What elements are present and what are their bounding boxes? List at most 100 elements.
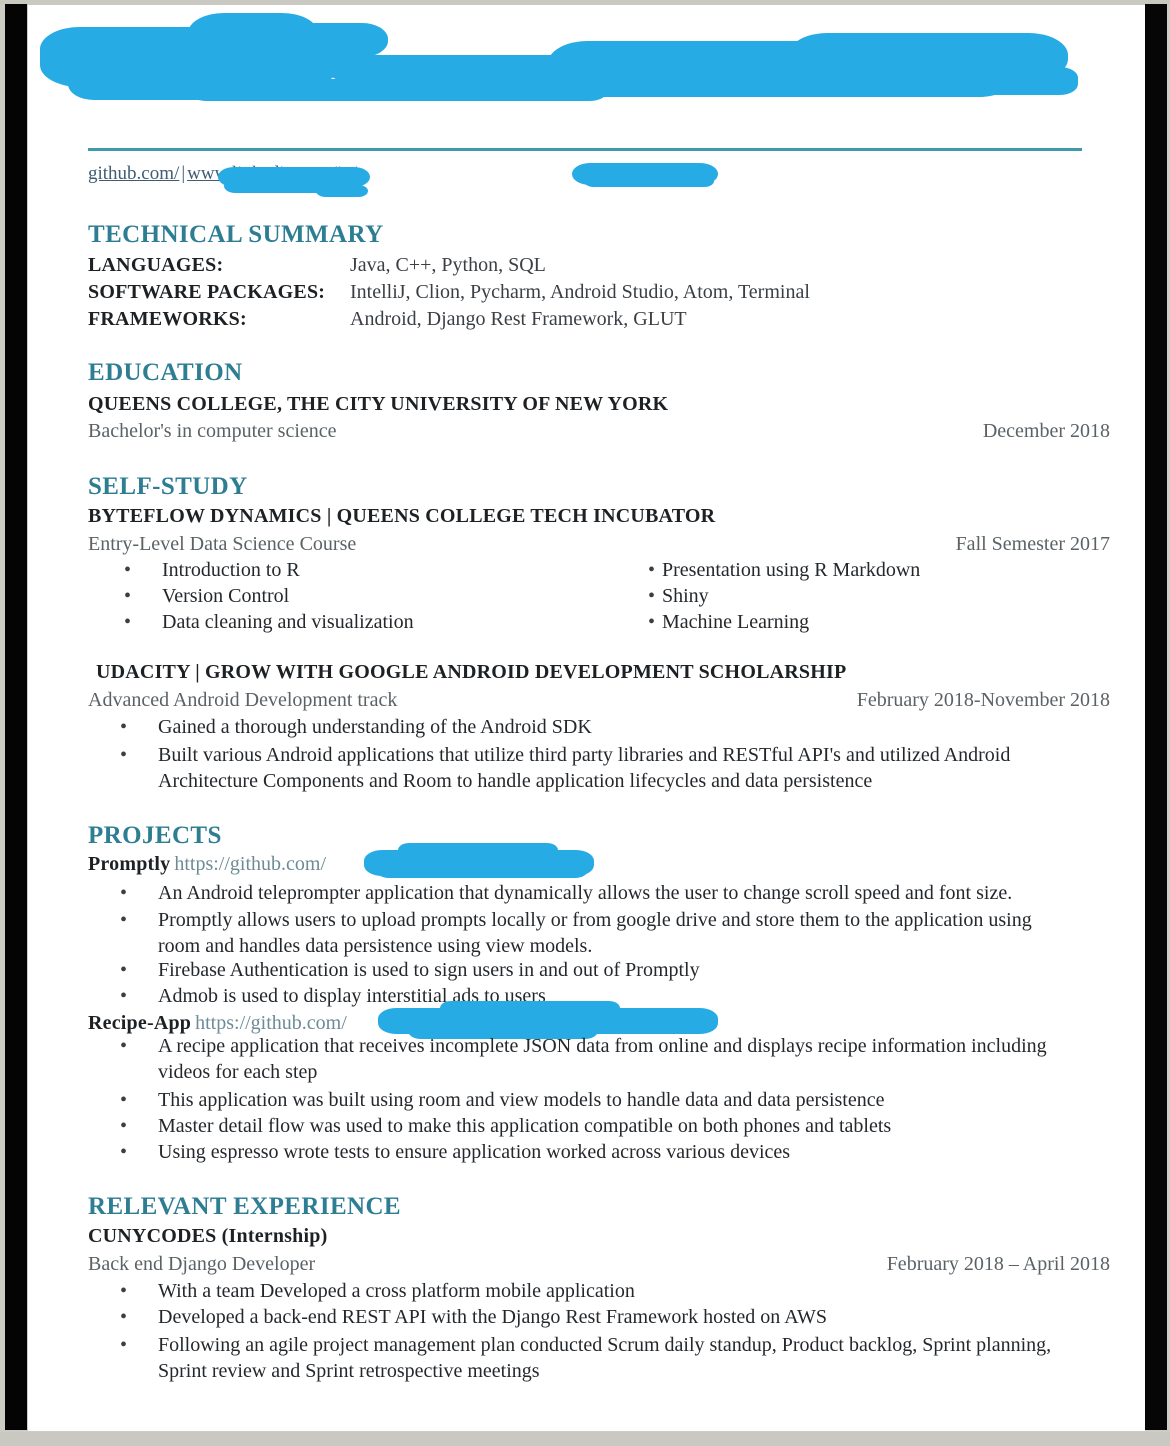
bullet-glyph: • [648, 611, 656, 633]
resume-header [28, 5, 1145, 155]
section-heading-education: EDUCATION [88, 359, 243, 386]
recipe-bullet-1: • A recipe application that receives inc… [120, 1033, 1070, 1085]
self-study-bullet-left-3: • Data cleaning and visualization [124, 611, 604, 634]
self-study-entry-subtitle-udacity: Advanced Android Development track [88, 689, 398, 711]
bullet-text: Machine Learning [662, 611, 810, 633]
promptly-bullet-2: • Promptly allows users to upload prompt… [120, 907, 1060, 959]
self-study-entry-title-byteflow: BYTEFLOW DYNAMICS | QUEENS COLLEGE TECH … [88, 505, 716, 527]
name-redaction-mark-7 [928, 67, 1078, 95]
name-redaction-mark-5 [548, 41, 1018, 97]
udacity-bullet-2: • Built various Android applications tha… [120, 742, 1080, 794]
bullet-text: Promptly allows users to upload prompts … [158, 909, 1032, 957]
bullet-glyph: • [120, 985, 128, 1007]
bullet-text: Data cleaning and visualization [162, 611, 414, 633]
bullet-glyph: • [120, 1035, 128, 1057]
bullet-text: Developed a back-end REST API with the D… [158, 1306, 828, 1328]
name-redaction-mark-9 [188, 79, 608, 101]
bullet-text: Built various Android applications that … [158, 744, 1011, 792]
bullet-text: Presentation using R Markdown [662, 559, 921, 581]
github-link[interactable]: github.com/ [88, 163, 179, 184]
tech-label-software-packages: SOFTWARE PACKAGES: [88, 281, 326, 303]
bullet-glyph: • [120, 1141, 128, 1163]
section-heading-self-study: SELF-STUDY [88, 473, 248, 500]
bullet-glyph: • [120, 716, 128, 738]
self-study-entry-title-udacity: UDACITY | GROW WITH GOOGLE ANDROID DEVEL… [96, 661, 847, 683]
bullet-glyph: • [120, 1089, 128, 1111]
education-date: December 2018 [982, 420, 1110, 442]
bullet-glyph: • [120, 1306, 128, 1328]
bullet-glyph: • [124, 559, 132, 581]
resume-page: github.com/| www.linkedin.com/in/ TECHNIC… [28, 5, 1145, 1431]
promptly-bullet-3: • Firebase Authentication is used to sig… [120, 959, 1110, 982]
tech-value-frameworks: Android, Django Rest Framework, GLUT [350, 308, 687, 330]
bullet-text: Following an agile project management pl… [158, 1334, 1052, 1382]
candidate-name-redacted [88, 67, 99, 114]
project-name-promptly: Promptly [88, 853, 171, 875]
promptly-url-redaction [364, 850, 594, 876]
tech-value-languages: Java, C++, Python, SQL [350, 254, 546, 276]
education-degree: Bachelor's in computer science [88, 420, 337, 442]
promptly-bullet-4: • Admob is used to display interstitial … [120, 985, 1110, 1008]
self-study-bullet-right-1: • Presentation using R Markdown [648, 559, 1078, 582]
bullet-text: Version Control [162, 585, 290, 607]
self-study-bullet-right-3: • Machine Learning [648, 611, 1078, 634]
self-study-bullet-left-1: • Introduction to R [124, 559, 604, 582]
recipe-bullet-3: • Master detail flow was used to make th… [120, 1115, 1110, 1138]
experience-role-cunycodes: Back end Django Developer [88, 1253, 316, 1275]
name-redaction-mark-6 [788, 33, 1068, 81]
project-title-row-promptly: Promptly https://github.com/ [88, 853, 326, 876]
tech-label-frameworks: FRAMEWORKS: [88, 308, 247, 330]
experience-bullet-2: • Developed a back-end REST API with the… [120, 1306, 1110, 1329]
bullet-text: An Android teleprompter application that… [158, 882, 1013, 904]
name-redaction-mark-4 [328, 55, 708, 81]
recipe-bullet-4: • Using espresso wrote tests to ensure a… [120, 1141, 1110, 1164]
scan-edge-right [1145, 4, 1167, 1430]
bullet-text: This application was built using room an… [158, 1089, 885, 1111]
section-heading-technical-summary: TECHNICAL SUMMARY [88, 221, 384, 248]
project-title-row-recipe-app: Recipe-App https://github.com/ [88, 1012, 347, 1035]
linkedin-link[interactable]: www.linkedin.com/in/ [187, 163, 357, 184]
scan-edge-bottom [0, 1432, 1170, 1446]
bullet-text: Introduction to R [162, 559, 300, 581]
self-study-entry-subtitle-byteflow: Entry-Level Data Science Course [88, 533, 357, 555]
recipe-bullet-2: • This application was built using room … [120, 1089, 1110, 1112]
promptly-bullet-1: • An Android teleprompter application th… [120, 882, 1110, 905]
experience-bullet-1: • With a team Developed a cross platform… [120, 1280, 1110, 1303]
experience-company-cunycodes: CUNYCODES (Internship) [88, 1225, 328, 1247]
bullet-glyph: • [120, 882, 128, 904]
name-redaction-mark-3 [258, 23, 388, 57]
experience-bullet-3: • Following an agile project management … [120, 1332, 1070, 1384]
contact-links-row: github.com/| www.linkedin.com/in/ [88, 163, 1088, 193]
bullet-text: Admob is used to display interstitial ad… [158, 985, 546, 1007]
bullet-glyph: • [648, 559, 656, 581]
self-study-bullet-left-2: • Version Control [124, 585, 604, 608]
bullet-text: Firebase Authentication is used to sign … [158, 959, 700, 981]
tech-label-languages: LANGUAGES: [88, 254, 224, 276]
self-study-bullet-right-2: • Shiny [648, 585, 1078, 608]
project-url-promptly[interactable]: https://github.com/ [174, 853, 326, 875]
header-divider [88, 148, 1082, 151]
udacity-bullet-1: • Gained a thorough understanding of the… [120, 716, 1040, 739]
name-redaction-mark-2 [188, 13, 318, 53]
promptly-url-redaction-3 [398, 843, 558, 857]
bullet-glyph: • [124, 585, 132, 607]
bullet-text: Shiny [662, 585, 709, 607]
scanned-page-frame: github.com/| www.linkedin.com/in/ TECHNIC… [0, 0, 1170, 1446]
links-separator: | [181, 163, 186, 184]
experience-date-cunycodes: February 2018 – April 2018 [886, 1253, 1110, 1275]
section-heading-relevant-experience: RELEVANT EXPERIENCE [88, 1193, 402, 1220]
bullet-text: A recipe application that receives incom… [158, 1035, 1047, 1083]
bullet-glyph: • [120, 1115, 128, 1137]
project-url-recipe-app[interactable]: https://github.com/ [195, 1012, 347, 1034]
name-redaction-mark-1 [40, 27, 340, 87]
bullet-text: With a team Developed a cross platform m… [158, 1280, 635, 1302]
project-name-recipe-app: Recipe-App [88, 1012, 192, 1034]
bullet-glyph: • [648, 585, 656, 607]
bullet-glyph: • [120, 1280, 128, 1302]
bullet-text: Gained a thorough understanding of the A… [158, 716, 592, 738]
name-redaction-mark-8 [68, 60, 308, 100]
bullet-glyph: • [124, 611, 132, 633]
section-heading-projects: PROJECTS [88, 822, 222, 849]
bullet-glyph: • [120, 744, 128, 766]
bullet-text: Master detail flow was used to make this… [158, 1115, 892, 1137]
